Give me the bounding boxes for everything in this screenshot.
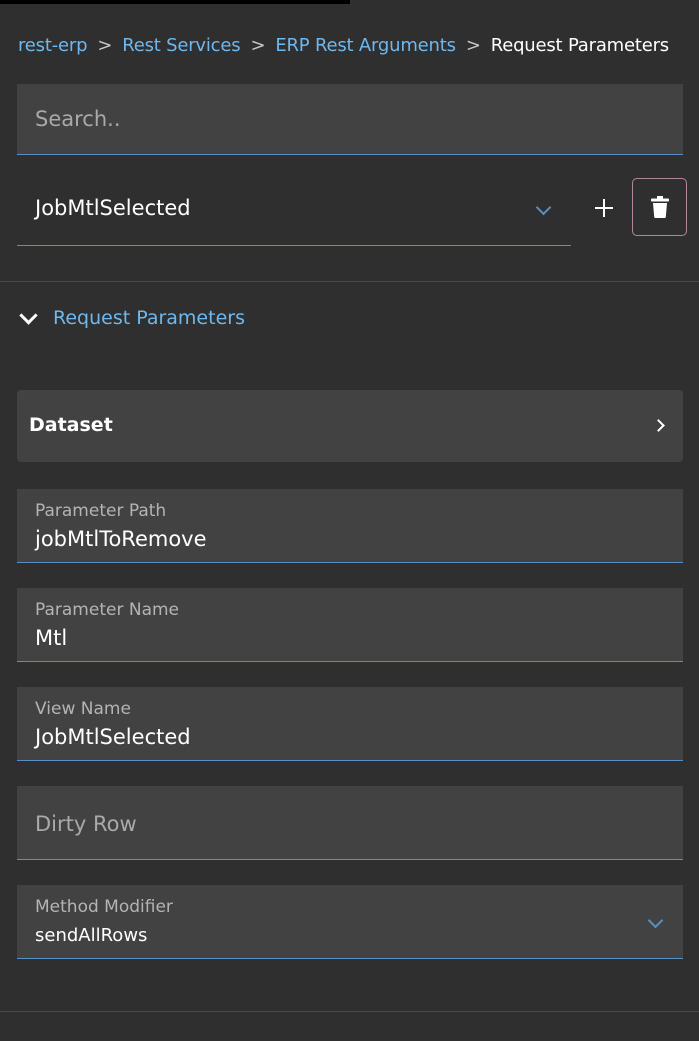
- breadcrumb-link-rest-erp[interactable]: rest-erp: [18, 35, 88, 56]
- dirty-row-field[interactable]: Dirty Row: [17, 786, 683, 860]
- field-label: Parameter Name: [35, 600, 180, 620]
- trash-icon: [650, 196, 669, 218]
- chevron-down-icon: [19, 305, 38, 325]
- field-value: sendAllRows: [35, 925, 148, 946]
- field-value: Mtl: [35, 626, 68, 650]
- breadcrumb: rest-erp > Rest Services > ERP Rest Argument…: [18, 34, 669, 58]
- field-value: JobMtlSelected: [35, 725, 191, 749]
- add-button[interactable]: [589, 188, 619, 228]
- field-label: Parameter Path: [35, 501, 167, 521]
- breadcrumb-separator: >: [250, 35, 266, 56]
- delete-button[interactable]: [632, 178, 687, 236]
- field-value: jobMtlToRemove: [35, 527, 207, 551]
- field-label: View Name: [35, 699, 131, 719]
- chevron-down-icon: [535, 199, 552, 216]
- breadcrumb-link-erp-rest-arguments[interactable]: ERP Rest Arguments: [275, 35, 456, 56]
- field-placeholder: Dirty Row: [35, 812, 137, 836]
- request-parameters-section-toggle[interactable]: Request Parameters: [18, 303, 245, 333]
- chevron-right-icon: [652, 419, 665, 432]
- breadcrumb-separator: >: [465, 35, 481, 56]
- breadcrumb-current: Request Parameters: [490, 35, 669, 56]
- search-box: [17, 84, 683, 155]
- chevron-down-icon: [647, 912, 664, 929]
- top-strip: [0, 0, 350, 4]
- section-title: Request Parameters: [53, 307, 245, 329]
- request-parameter-select[interactable]: JobMtlSelected: [17, 176, 571, 246]
- dataset-row[interactable]: Dataset: [17, 390, 683, 462]
- dataset-label: Dataset: [29, 414, 113, 436]
- plus-icon: [595, 199, 613, 217]
- method-modifier-select[interactable]: Method Modifier sendAllRows: [17, 885, 683, 959]
- select-value: JobMtlSelected: [35, 196, 191, 220]
- search-input[interactable]: [17, 84, 683, 154]
- divider: [0, 281, 699, 282]
- divider: [0, 1011, 699, 1012]
- breadcrumb-link-rest-services[interactable]: Rest Services: [122, 35, 240, 56]
- view-name-field[interactable]: View Name JobMtlSelected: [17, 687, 683, 761]
- parameter-name-field[interactable]: Parameter Name Mtl: [17, 588, 683, 662]
- parameter-path-field[interactable]: Parameter Path jobMtlToRemove: [17, 489, 683, 563]
- field-label: Method Modifier: [35, 897, 173, 917]
- breadcrumb-separator: >: [97, 35, 113, 56]
